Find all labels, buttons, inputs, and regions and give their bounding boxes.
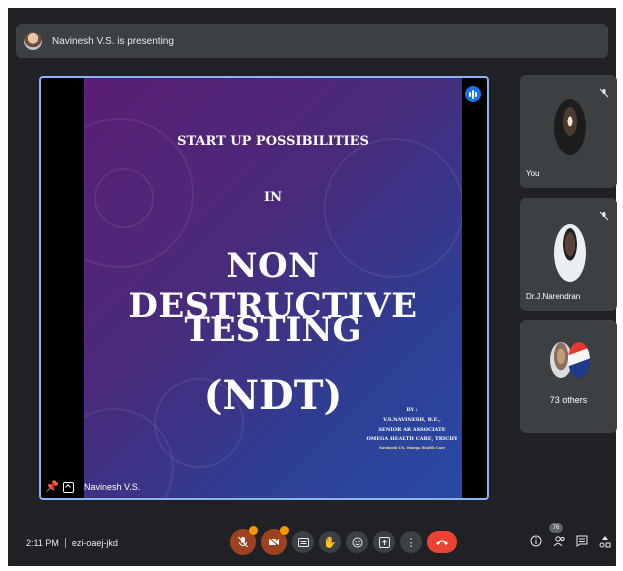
captions-icon xyxy=(297,537,309,547)
mic-off-icon xyxy=(238,536,248,548)
share-screen-icon xyxy=(63,481,74,493)
avatar xyxy=(568,342,590,378)
raise-hand-button[interactable]: ✋ xyxy=(319,531,341,553)
presentation-stage[interactable]: START UP POSSIBILITIES IN NON DESTRUCTIV… xyxy=(39,76,489,500)
divider xyxy=(64,538,66,548)
slide: START UP POSSIBILITIES IN NON DESTRUCTIV… xyxy=(84,78,462,498)
credits-role: SENIOR AR ASSOCIATE xyxy=(378,426,446,433)
people-count-badge: 76 xyxy=(549,523,563,533)
chat-button[interactable] xyxy=(575,534,589,548)
camera-toggle-button[interactable] xyxy=(261,526,289,555)
side-controls: 76 xyxy=(529,523,612,548)
participant-tile-doctor[interactable]: Dr.J.Narendran xyxy=(520,198,617,311)
mic-off-icon xyxy=(599,208,609,221)
meeting-code: ezi-oaej-jkd xyxy=(71,538,118,548)
audio-level-icon xyxy=(465,86,481,102)
end-call-icon xyxy=(436,540,448,545)
slide-connector: IN xyxy=(264,190,282,205)
slide-subtitle: START UP POSSIBILITIES xyxy=(177,134,369,149)
slide-credits: BY : V.S.NAVINESH, B.E., SENIOR AR ASSOC… xyxy=(362,407,462,454)
mic-toggle-button[interactable] xyxy=(230,526,258,555)
presenter-name: Navinesh V.S. xyxy=(84,482,141,492)
stage-footer: 📌 Navinesh V.S. xyxy=(41,476,487,498)
credits-org: OMEGA HEALTH CARE, TRICHY xyxy=(366,436,458,443)
avatar xyxy=(554,224,586,282)
credits-author: V.S.NAVINESH, B.E., xyxy=(383,416,441,423)
activities-button[interactable] xyxy=(598,534,612,548)
warning-badge xyxy=(249,526,258,535)
more-options-button[interactable]: ⋮ xyxy=(400,531,422,553)
present-button[interactable] xyxy=(373,531,395,553)
raise-hand-icon: ✋ xyxy=(323,536,337,549)
participant-tile-you[interactable]: You xyxy=(520,75,617,188)
more-options-icon: ⋮ xyxy=(405,536,417,549)
mic-off-icon xyxy=(599,85,609,98)
presenting-banner: Navinesh V.S. is presenting xyxy=(16,24,608,58)
avatar xyxy=(24,32,42,50)
pin-icon[interactable]: 📌 xyxy=(45,480,59,494)
captions-button[interactable] xyxy=(292,531,314,553)
people-icon xyxy=(553,536,565,547)
activities-icon xyxy=(599,535,611,547)
call-controls: ✋ ⋮ xyxy=(230,526,457,555)
others-count-label: 73 others xyxy=(549,395,588,405)
meet-window: Navinesh V.S. is presenting START UP POS… xyxy=(8,8,617,566)
chat-icon xyxy=(576,535,588,547)
control-bar: 2:11 PM ezi-oaej-jkd ✋ ⋮ 76 xyxy=(16,520,623,570)
credits-by: BY : xyxy=(406,407,418,413)
participant-name: You xyxy=(526,169,540,178)
avatar xyxy=(554,99,586,155)
present-icon xyxy=(378,536,390,548)
emoji-icon xyxy=(352,537,362,547)
info-icon xyxy=(530,535,542,547)
credits-tiny: Navinesh V.S. Omega Health Care xyxy=(378,446,446,450)
people-button[interactable]: 76 xyxy=(549,523,566,548)
presenting-text: Navinesh V.S. is presenting xyxy=(52,35,174,47)
meeting-info: 2:11 PM ezi-oaej-jkd xyxy=(26,538,118,548)
camera-off-icon xyxy=(268,537,280,547)
emoji-button[interactable] xyxy=(346,531,368,553)
end-call-button[interactable] xyxy=(427,531,457,553)
participant-tile-others[interactable]: 73 others xyxy=(520,320,617,433)
meeting-details-button[interactable] xyxy=(529,534,543,548)
participant-name: Dr.J.Narendran xyxy=(526,292,581,301)
slide-title-line2: TESTING xyxy=(184,310,362,350)
clock-time: 2:11 PM xyxy=(26,538,59,548)
warning-badge xyxy=(280,526,289,535)
